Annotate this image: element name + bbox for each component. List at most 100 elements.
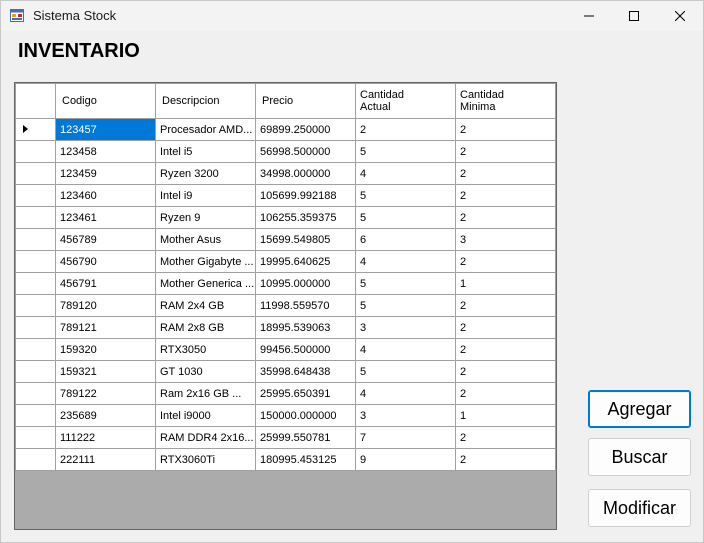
cell-descripcion[interactable]: Procesador AMD... bbox=[155, 118, 256, 141]
inventory-grid[interactable]: Codigo Descripcion Precio Cantidad Actua… bbox=[14, 82, 557, 530]
cell-descripcion[interactable]: RAM 2x8 GB bbox=[155, 316, 256, 339]
cell-cantidad-minima[interactable]: 2 bbox=[455, 140, 556, 163]
cell-cantidad-actual[interactable]: 5 bbox=[355, 140, 456, 163]
cell-cantidad-minima[interactable]: 2 bbox=[455, 118, 556, 141]
cell-codigo[interactable]: 159321 bbox=[55, 360, 156, 383]
cell-precio[interactable]: 18995.539063 bbox=[255, 316, 356, 339]
cell-precio[interactable]: 25999.550781 bbox=[255, 426, 356, 449]
table-row[interactable]: 123460 Intel i9 105699.992188 5 2 bbox=[15, 184, 556, 207]
cell-precio[interactable]: 99456.500000 bbox=[255, 338, 356, 361]
table-row[interactable]: 789122 Ram 2x16 GB ... 25995.650391 4 2 bbox=[15, 382, 556, 405]
table-row[interactable]: 456789 Mother Asus 15699.549805 6 3 bbox=[15, 228, 556, 251]
cell-precio[interactable]: 19995.640625 bbox=[255, 250, 356, 273]
cell-cantidad-actual[interactable]: 6 bbox=[355, 228, 456, 251]
cell-codigo[interactable]: 222111 bbox=[55, 448, 156, 471]
agregar-button[interactable]: Agregar bbox=[588, 390, 691, 428]
cell-codigo[interactable]: 456790 bbox=[55, 250, 156, 273]
row-header[interactable] bbox=[15, 228, 56, 251]
table-row[interactable]: 159320 RTX3050 99456.500000 4 2 bbox=[15, 338, 556, 361]
row-header[interactable] bbox=[15, 162, 56, 185]
row-header[interactable] bbox=[15, 272, 56, 295]
cell-descripcion[interactable]: Mother Asus bbox=[155, 228, 256, 251]
cell-descripcion[interactable]: Mother Generica ... bbox=[155, 272, 256, 295]
cell-codigo[interactable]: 789121 bbox=[55, 316, 156, 339]
cell-precio[interactable]: 11998.559570 bbox=[255, 294, 356, 317]
cell-descripcion[interactable]: RTX3060Ti bbox=[155, 448, 256, 471]
minimize-button[interactable] bbox=[566, 1, 611, 31]
table-row[interactable]: 235689 Intel i9000 150000.000000 3 1 bbox=[15, 404, 556, 427]
cell-cantidad-actual[interactable]: 5 bbox=[355, 272, 456, 295]
cell-cantidad-minima[interactable]: 2 bbox=[455, 382, 556, 405]
cell-cantidad-actual[interactable]: 5 bbox=[355, 294, 456, 317]
cell-precio[interactable]: 10995.000000 bbox=[255, 272, 356, 295]
cell-descripcion[interactable]: RAM 2x4 GB bbox=[155, 294, 256, 317]
cell-cantidad-actual[interactable]: 4 bbox=[355, 382, 456, 405]
cell-descripcion[interactable]: Ryzen 3200 bbox=[155, 162, 256, 185]
cell-codigo[interactable]: 456791 bbox=[55, 272, 156, 295]
title-bar[interactable]: Sistema Stock bbox=[1, 1, 703, 31]
header-corner[interactable] bbox=[15, 83, 56, 119]
cell-cantidad-minima[interactable]: 1 bbox=[455, 272, 556, 295]
cell-descripcion[interactable]: GT 1030 bbox=[155, 360, 256, 383]
cell-cantidad-minima[interactable]: 2 bbox=[455, 162, 556, 185]
cell-cantidad-minima[interactable]: 2 bbox=[455, 426, 556, 449]
cell-precio[interactable]: 69899.250000 bbox=[255, 118, 356, 141]
buscar-button[interactable]: Buscar bbox=[588, 438, 691, 476]
cell-cantidad-minima[interactable]: 2 bbox=[455, 338, 556, 361]
cell-codigo[interactable]: 123460 bbox=[55, 184, 156, 207]
cell-cantidad-actual[interactable]: 4 bbox=[355, 250, 456, 273]
row-header[interactable] bbox=[15, 404, 56, 427]
cell-descripcion[interactable]: Mother Gigabyte ... bbox=[155, 250, 256, 273]
cell-codigo[interactable]: 456789 bbox=[55, 228, 156, 251]
cell-codigo[interactable]: 123461 bbox=[55, 206, 156, 229]
row-header[interactable] bbox=[15, 140, 56, 163]
cell-precio[interactable]: 35998.648438 bbox=[255, 360, 356, 383]
table-row[interactable]: 456791 Mother Generica ... 10995.000000 5 1 bbox=[15, 272, 556, 295]
table-row[interactable]: 123461 Ryzen 9 106255.359375 5 2 bbox=[15, 206, 556, 229]
cell-descripcion[interactable]: RAM DDR4 2x16... bbox=[155, 426, 256, 449]
cell-descripcion[interactable]: Intel i9 bbox=[155, 184, 256, 207]
cell-cantidad-actual[interactable]: 5 bbox=[355, 184, 456, 207]
cell-cantidad-actual[interactable]: 4 bbox=[355, 338, 456, 361]
cell-precio[interactable]: 105699.992188 bbox=[255, 184, 356, 207]
modificar-button[interactable]: Modificar bbox=[588, 489, 691, 527]
row-header[interactable] bbox=[15, 118, 56, 141]
cell-cantidad-minima[interactable]: 2 bbox=[455, 294, 556, 317]
cell-cantidad-actual[interactable]: 9 bbox=[355, 448, 456, 471]
cell-cantidad-minima[interactable]: 2 bbox=[455, 448, 556, 471]
cell-cantidad-minima[interactable]: 2 bbox=[455, 206, 556, 229]
table-row[interactable]: 789120 RAM 2x4 GB 11998.559570 5 2 bbox=[15, 294, 556, 317]
table-row[interactable]: 123458 Intel i5 56998.500000 5 2 bbox=[15, 140, 556, 163]
cell-precio[interactable]: 180995.453125 bbox=[255, 448, 356, 471]
row-header[interactable] bbox=[15, 316, 56, 339]
cell-precio[interactable]: 106255.359375 bbox=[255, 206, 356, 229]
cell-cantidad-minima[interactable]: 1 bbox=[455, 404, 556, 427]
column-header-cantidad-minima[interactable]: Cantidad Minima bbox=[455, 83, 556, 119]
cell-descripcion[interactable]: RTX3050 bbox=[155, 338, 256, 361]
close-button[interactable] bbox=[657, 1, 702, 31]
cell-cantidad-actual[interactable]: 7 bbox=[355, 426, 456, 449]
row-header[interactable] bbox=[15, 184, 56, 207]
cell-cantidad-minima[interactable]: 2 bbox=[455, 250, 556, 273]
cell-cantidad-actual[interactable]: 2 bbox=[355, 118, 456, 141]
row-header[interactable] bbox=[15, 206, 56, 229]
cell-codigo[interactable]: 123459 bbox=[55, 162, 156, 185]
column-header-codigo[interactable]: Codigo bbox=[55, 83, 156, 119]
table-row[interactable]: 222111 RTX3060Ti 180995.453125 9 2 bbox=[15, 448, 556, 471]
cell-precio[interactable]: 34998.000000 bbox=[255, 162, 356, 185]
cell-precio[interactable]: 56998.500000 bbox=[255, 140, 356, 163]
row-header[interactable] bbox=[15, 360, 56, 383]
cell-codigo[interactable]: 159320 bbox=[55, 338, 156, 361]
cell-descripcion[interactable]: Intel i9000 bbox=[155, 404, 256, 427]
table-row[interactable]: 159321 GT 1030 35998.648438 5 2 bbox=[15, 360, 556, 383]
cell-cantidad-minima[interactable]: 3 bbox=[455, 228, 556, 251]
column-header-precio[interactable]: Precio bbox=[255, 83, 356, 119]
table-row[interactable]: 111222 RAM DDR4 2x16... 25999.550781 7 2 bbox=[15, 426, 556, 449]
row-header[interactable] bbox=[15, 448, 56, 471]
cell-precio[interactable]: 25995.650391 bbox=[255, 382, 356, 405]
cell-cantidad-actual[interactable]: 3 bbox=[355, 316, 456, 339]
cell-descripcion[interactable]: Ram 2x16 GB ... bbox=[155, 382, 256, 405]
table-row[interactable]: 789121 RAM 2x8 GB 18995.539063 3 2 bbox=[15, 316, 556, 339]
cell-descripcion[interactable]: Ryzen 9 bbox=[155, 206, 256, 229]
cell-cantidad-actual[interactable]: 5 bbox=[355, 360, 456, 383]
